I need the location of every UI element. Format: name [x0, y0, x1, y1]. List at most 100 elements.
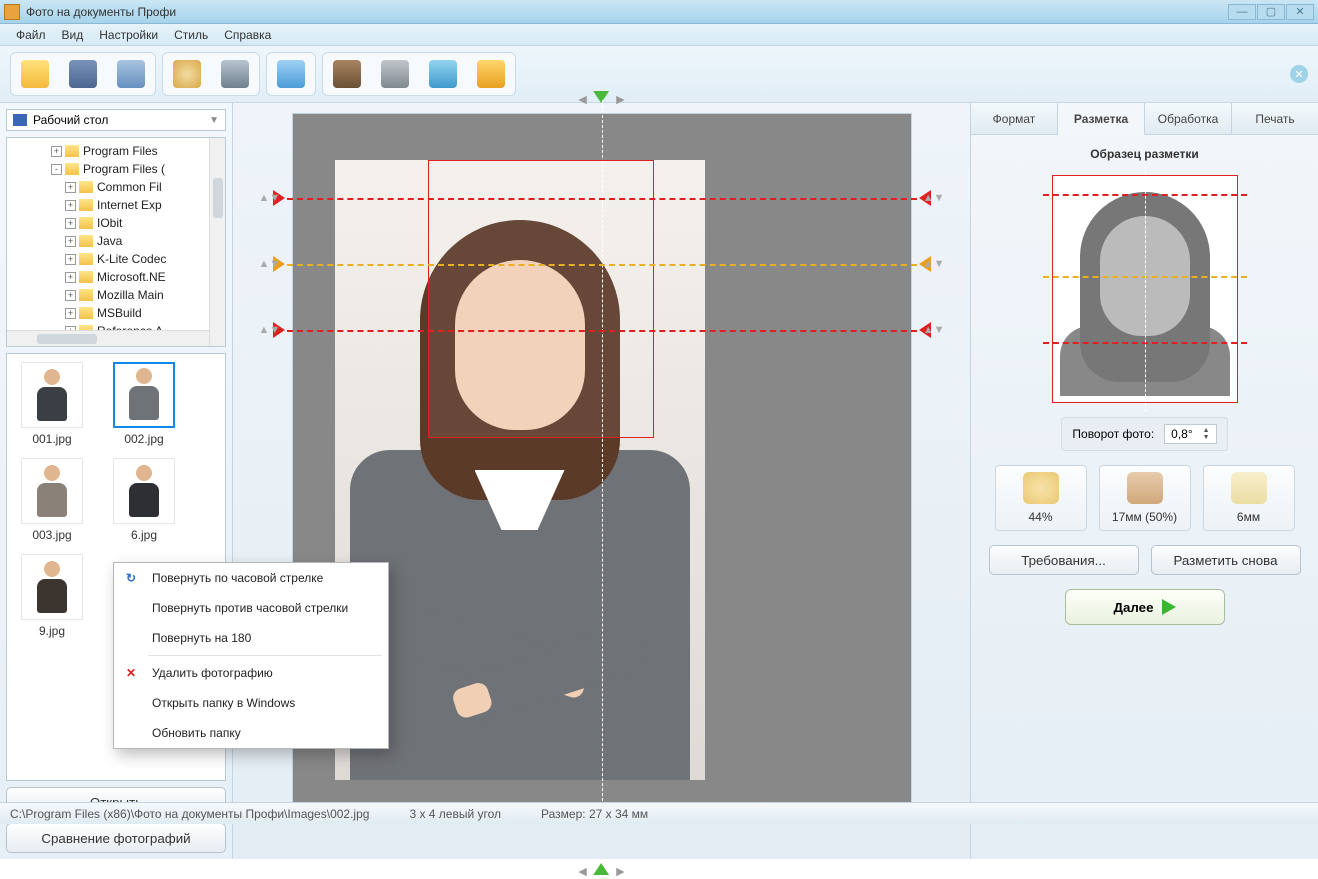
search-icon	[173, 60, 201, 88]
tree-toggle[interactable]: +	[65, 200, 76, 211]
crop-rectangle[interactable]	[428, 160, 654, 438]
help-button[interactable]	[325, 55, 369, 93]
metric-width[interactable]: 6мм	[1203, 465, 1295, 531]
rotate-spinner[interactable]: 0,8° ▲▼	[1164, 424, 1216, 444]
background-icon	[277, 60, 305, 88]
status-bar: C:\Program Files (x86)\Фото на документы…	[0, 802, 1318, 824]
tab-format[interactable]: Формат	[971, 103, 1058, 134]
close-button[interactable]: ✕	[1286, 4, 1314, 20]
tree-toggle[interactable]: +	[65, 218, 76, 229]
tree-label: MSBuild	[97, 306, 142, 320]
ctx-separator	[148, 655, 382, 656]
tree-toggle[interactable]: +	[65, 236, 76, 247]
tree-node[interactable]: - Program Files (	[9, 160, 223, 178]
nudge-icon: ▲▼	[923, 192, 945, 204]
triangle-up-icon	[594, 863, 610, 875]
ctx-rotate-180[interactable]: Повернуть на 180	[114, 623, 388, 653]
ctx-label: Повернуть по часовой стрелке	[152, 571, 323, 585]
tree-node[interactable]: +Java	[9, 232, 223, 250]
window-title: Фото на документы Профи	[26, 5, 1228, 19]
next-button[interactable]: Далее	[1065, 589, 1225, 625]
save-button[interactable]	[61, 55, 105, 93]
tree-node[interactable]: + K-Lite Codec	[9, 250, 223, 268]
ctx-rotate-ccw[interactable]: Повернуть против часовой стрелки	[114, 593, 388, 623]
open-file-button[interactable]	[13, 55, 57, 93]
thumbnail-filename: 003.jpg	[15, 528, 89, 542]
ctx-delete[interactable]: ✕ Удалить фотографию	[114, 658, 388, 688]
menu-view[interactable]: Вид	[54, 25, 92, 45]
compare-button[interactable]: Сравнение фотографий	[6, 823, 226, 853]
tree-hscrollbar[interactable]	[7, 330, 209, 346]
video-icon	[381, 60, 409, 88]
menu-style[interactable]: Стиль	[166, 25, 216, 45]
tree-toggle[interactable]: +	[65, 290, 76, 301]
ctx-open-folder[interactable]: Открыть папку в Windows	[114, 688, 388, 718]
folder-tree[interactable]: +Program Files - Program Files ( +Common Fi…	[6, 137, 226, 347]
background-button[interactable]	[269, 55, 313, 93]
minimize-button[interactable]: —	[1228, 4, 1256, 20]
tree-node[interactable]: + Internet Exp	[9, 196, 223, 214]
window-controls: — ▢ ✕	[1228, 4, 1314, 20]
thumbnail[interactable]: 9.jpg	[15, 554, 89, 638]
tree-toggle[interactable]: +	[65, 182, 76, 193]
thumbnail[interactable]: 003.jpg	[15, 458, 89, 542]
tree-toggle[interactable]: -	[51, 164, 62, 175]
tab-markup[interactable]: Разметка	[1058, 103, 1145, 135]
toolbar-close-button[interactable]: ✕	[1290, 65, 1308, 83]
menu-file[interactable]: Файл	[8, 25, 54, 45]
tree-label: Internet Exp	[97, 198, 162, 212]
tree-node[interactable]: +IObit	[9, 214, 223, 232]
requirements-button[interactable]: Требования...	[989, 545, 1139, 575]
nudge-icon: ▲▼	[923, 324, 945, 336]
search-person-button[interactable]	[165, 55, 209, 93]
ctx-rotate-cw[interactable]: ↻ Повернуть по часовой стрелке	[114, 563, 388, 593]
chevron-down-icon: ▼	[209, 115, 219, 126]
print-icon	[117, 60, 145, 88]
camera-icon	[221, 60, 249, 88]
status-path: C:\Program Files (x86)\Фото на документы…	[10, 807, 369, 821]
tree-toggle[interactable]: +	[51, 146, 62, 157]
ctx-refresh[interactable]: Обновить папку	[114, 718, 388, 748]
guide-chin[interactable]	[287, 330, 917, 332]
tree-node[interactable]: +Program Files	[9, 142, 223, 160]
tree-toggle[interactable]: +	[65, 272, 76, 283]
tree-node[interactable]: + MSBuild	[9, 304, 223, 322]
tree-node[interactable]: +Microsoft.NE	[9, 268, 223, 286]
thumbnail[interactable]: 001.jpg	[15, 362, 89, 446]
thumbnail-filename: 9.jpg	[15, 624, 89, 638]
head-icon	[1023, 472, 1059, 504]
tab-print[interactable]: Печать	[1232, 103, 1318, 134]
tree-label: K-Lite Codec	[97, 252, 166, 266]
menu-settings[interactable]: Настройки	[91, 25, 166, 45]
metric-value: 17мм (50%)	[1112, 510, 1177, 524]
app-icon	[4, 4, 20, 20]
folder-combo[interactable]: Рабочий стол ▼	[6, 109, 226, 131]
remark-button[interactable]: Разметить снова	[1151, 545, 1301, 575]
arrow-right-icon: ►	[614, 863, 628, 879]
menu-help[interactable]: Справка	[216, 25, 279, 45]
print-button[interactable]	[109, 55, 153, 93]
tree-node[interactable]: +Common Fil	[9, 178, 223, 196]
thumbnail[interactable]: 002.jpg	[107, 362, 181, 446]
metric-face-percent[interactable]: 44%	[995, 465, 1087, 531]
home-button[interactable]	[421, 55, 465, 93]
tree-toggle[interactable]: +	[65, 308, 76, 319]
folder-icon	[79, 307, 93, 319]
tree-label: Program Files (	[83, 162, 165, 176]
guide-top[interactable]	[287, 198, 917, 200]
tab-processing[interactable]: Обработка	[1145, 103, 1232, 134]
tree-vscrollbar[interactable]	[209, 138, 225, 346]
thumbnail[interactable]: 6.jpg	[107, 458, 181, 542]
camera-button[interactable]	[213, 55, 257, 93]
tree-node[interactable]: +Mozilla Main	[9, 286, 223, 304]
metric-height[interactable]: 17мм (50%)	[1099, 465, 1191, 531]
video-button[interactable]	[373, 55, 417, 93]
bottom-handle[interactable]: ◄ ►	[576, 863, 628, 879]
tree-toggle[interactable]: +	[65, 254, 76, 265]
maximize-button[interactable]: ▢	[1257, 4, 1285, 20]
spinner-buttons[interactable]: ▲▼	[1203, 427, 1210, 441]
rotate-cw-icon: ↻	[122, 569, 140, 587]
guide-eyes[interactable]	[287, 264, 917, 266]
cart-button[interactable]	[469, 55, 513, 93]
desktop-icon	[13, 114, 27, 126]
